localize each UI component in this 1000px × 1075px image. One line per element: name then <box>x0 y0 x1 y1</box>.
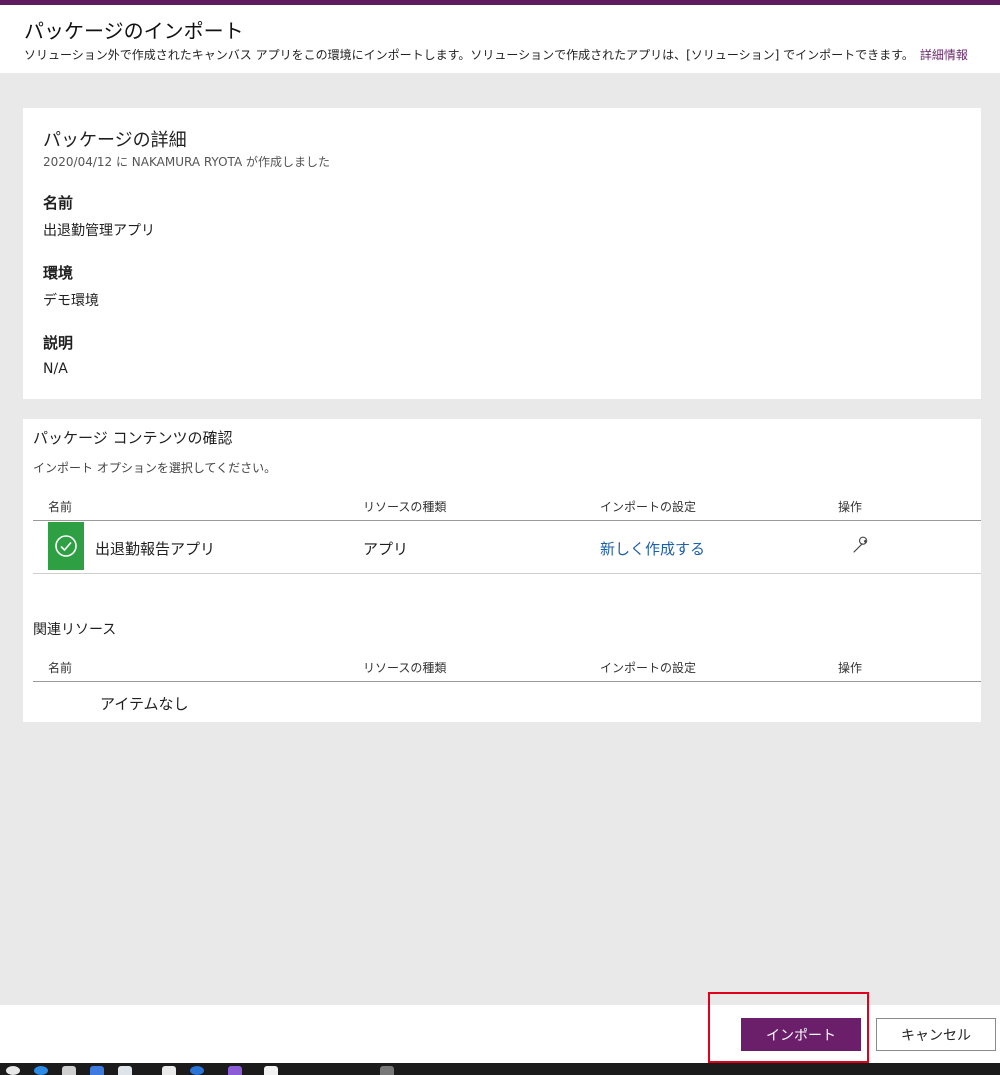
name-value: 出退勤管理アプリ <box>43 223 155 239</box>
cancel-button[interactable]: キャンセル <box>876 1018 996 1051</box>
environment-label: 環境 <box>43 264 74 282</box>
taskbar-app-icon[interactable] <box>162 1066 176 1075</box>
page-title: パッケージのインポート <box>24 19 244 43</box>
taskbar-app-icon[interactable] <box>190 1066 204 1075</box>
column-header-action[interactable]: 操作 <box>838 498 862 515</box>
description-label: 説明 <box>43 334 74 352</box>
learn-more-link[interactable]: 詳細情報 <box>920 48 968 62</box>
page-header: パッケージのインポート ソリューション外で作成されたキャンバス アプリをこの環境… <box>0 5 1000 73</box>
description-text: ソリューション外で作成されたキャンバス アプリをこの環境にインポートします。ソリ… <box>24 48 914 62</box>
contents-subtitle: インポート オプションを選択してください。 <box>33 461 277 475</box>
import-setting-link[interactable]: 新しく作成する <box>600 538 705 559</box>
contents-title: パッケージ コンテンツの確認 <box>33 429 233 447</box>
related-column-header-import-setting[interactable]: インポートの設定 <box>600 659 696 676</box>
created-info: 2020/04/12 に NAKAMURA RYOTA が作成しました <box>43 155 330 169</box>
column-header-name[interactable]: 名前 <box>48 498 72 515</box>
column-header-resource-type[interactable]: リソースの種類 <box>363 498 446 515</box>
package-details-card: パッケージの詳細 2020/04/12 に NAKAMURA RYOTA が作成… <box>23 108 981 399</box>
table-header-divider <box>33 520 981 521</box>
related-column-header-action[interactable]: 操作 <box>838 659 862 676</box>
column-header-import-setting[interactable]: インポートの設定 <box>600 498 696 515</box>
details-title: パッケージの詳細 <box>43 130 187 151</box>
taskbar-app-icon[interactable] <box>228 1066 242 1075</box>
taskbar-app-icon[interactable] <box>62 1066 76 1075</box>
related-resources-title: 関連リソース <box>33 622 117 638</box>
row-divider <box>33 573 981 574</box>
import-button[interactable]: インポート <box>741 1018 861 1051</box>
page-description: ソリューション外で作成されたキャンバス アプリをこの環境にインポートします。ソリ… <box>24 46 968 63</box>
taskbar-app-icon[interactable] <box>34 1066 48 1075</box>
resource-type: アプリ <box>363 540 409 558</box>
resource-name: 出退勤報告アプリ <box>95 540 216 558</box>
taskbar-app-icon[interactable] <box>380 1066 394 1075</box>
environment-value: デモ環境 <box>43 293 99 309</box>
related-column-header-resource-type[interactable]: リソースの種類 <box>363 659 446 676</box>
package-contents-card: パッケージ コンテンツの確認 インポート オプションを選択してください。 名前 … <box>23 419 981 722</box>
taskbar-app-icon[interactable] <box>118 1066 132 1075</box>
related-header-divider <box>33 681 981 682</box>
taskbar-app-icon[interactable] <box>90 1066 104 1075</box>
check-icon <box>48 522 84 570</box>
taskbar-app-icon[interactable] <box>264 1066 278 1075</box>
taskbar <box>0 1063 1000 1075</box>
name-label: 名前 <box>43 194 74 212</box>
taskbar-app-icon[interactable] <box>6 1066 20 1075</box>
description-value: N/A <box>43 361 68 377</box>
empty-message: アイテムなし <box>100 695 189 713</box>
related-column-header-name[interactable]: 名前 <box>48 659 72 676</box>
wrench-icon[interactable] <box>851 535 871 555</box>
